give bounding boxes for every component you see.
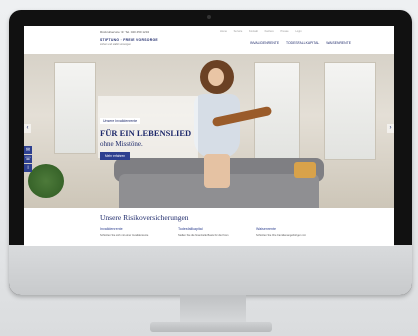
monitor-stand-base [150, 322, 272, 332]
info-icon[interactable]: i [24, 164, 32, 172]
window [54, 62, 96, 154]
slider-prev-arrow[interactable]: ‹ [24, 124, 31, 133]
contact-line[interactable]: Rückrufservice ☏ Tel. 040 450 1234 [100, 30, 149, 34]
product-heading[interactable]: Todesfallkapital [178, 227, 248, 231]
window [324, 62, 376, 160]
top-nav-item[interactable]: Login [295, 30, 301, 33]
product-text: Schützen Sie sich mit einer Invalidenren… [100, 234, 149, 237]
hero-text-panel [98, 96, 198, 158]
top-nav-item[interactable]: Presse [281, 30, 289, 33]
slider-next-arrow[interactable]: › [387, 124, 394, 133]
site-header: Rückrufservice ☏ Tel. 040 450 1234 STIFT… [24, 26, 394, 54]
product-column: Todesfallkapital Stellen Sie die finanzi… [178, 227, 248, 237]
mail-icon[interactable]: ✉ [24, 146, 32, 154]
pillow [294, 162, 316, 178]
top-nav-item[interactable]: Kontakt [249, 30, 258, 33]
top-nav-item[interactable]: Home [220, 30, 227, 33]
main-nav-item[interactable]: INVALIDENRENTE [250, 41, 279, 45]
hero-cta-button[interactable]: Mehr erfahren [100, 152, 131, 160]
logo-subtitle: sicher und stabil vorsorgen [100, 43, 131, 46]
logo-title[interactable]: STIFTUNG · FREIE VORSORGE [100, 38, 158, 42]
main-nav-item[interactable]: TODESFALLKAPITAL [286, 41, 319, 45]
website-screen: Rückrufservice ☏ Tel. 040 450 1234 STIFT… [24, 26, 394, 246]
camera-icon [207, 15, 211, 19]
section-title: Unsere Risikoversicherungen [100, 213, 189, 222]
hero-subheadline: ohne Misstöne. [100, 140, 143, 148]
main-nav-item[interactable]: WAISENRENTE [326, 41, 351, 45]
product-heading[interactable]: Waisenrente [256, 227, 326, 231]
main-nav: INVALIDENRENTE TODESFALLKAPITAL WAISENRE… [250, 41, 357, 45]
slider-dots [207, 200, 222, 208]
monitor-stand [180, 295, 246, 325]
plant [28, 164, 64, 198]
insurance-section: Unsere Risikoversicherungen Invalidenren… [24, 208, 394, 246]
monitor-chin [9, 245, 412, 295]
product-column: Waisenrente Schützen Sie Ihre Familienan… [256, 227, 326, 237]
top-nav-item[interactable]: Karriere [265, 30, 274, 33]
product-text: Stellen Sie die finanzielle Basis für di… [178, 234, 229, 237]
product-heading[interactable]: Invalidenrente [100, 227, 170, 231]
top-nav-item[interactable]: Service [234, 30, 243, 33]
girl-legs [204, 154, 230, 188]
product-text: Schützen Sie Ihre Familienangehörigen mi… [256, 234, 306, 237]
hero-banner: Unsere Invalidenrente FÜR EIN LEBENSLIED… [24, 54, 394, 208]
top-nav: Home Service Kontakt Karriere Presse Log… [220, 30, 308, 33]
side-quickbar: ✉ ☏ i [24, 146, 32, 173]
product-column: Invalidenrente Schützen Sie sich mit ein… [100, 227, 170, 237]
phone-icon[interactable]: ☏ [24, 155, 32, 163]
hero-tag: Unsere Invalidenrente [100, 118, 141, 124]
girl-face [208, 68, 224, 86]
hero-headline: FÜR EIN LEBENSLIED [100, 128, 192, 138]
